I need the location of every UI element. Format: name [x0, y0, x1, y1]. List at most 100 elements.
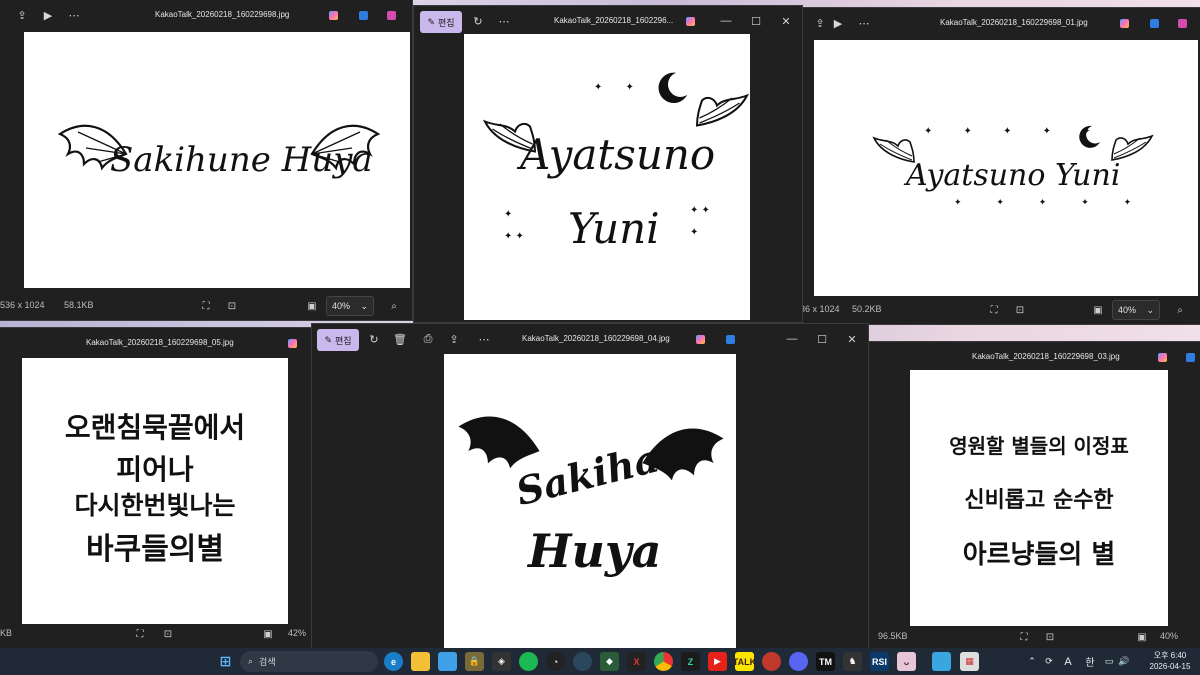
more-icon[interactable]: ⋯	[66, 7, 82, 23]
sparkle-stars-bottom: ✦ ✦ ✦	[504, 209, 524, 242]
delete-icon[interactable]: 🗑	[392, 331, 408, 347]
designer-icon[interactable]	[355, 7, 371, 23]
spotify-icon[interactable]	[519, 652, 538, 671]
ime-mode-a[interactable]: A	[1058, 656, 1078, 668]
photo-window-ayatsuno[interactable]: ✎ 편집 ↻ ⋯ KakaoTalk_20260218_1602296... — …	[414, 6, 802, 322]
fit-window-icon[interactable]: ▣	[262, 628, 274, 640]
copilot-icon[interactable]	[682, 13, 698, 29]
clock[interactable]: 오후 6:40 2026-04-15	[1146, 650, 1194, 672]
photo-window-ayatsuno-01[interactable]: ⇪ ▶ ⋯ KakaoTalk_20260218_160229698_01.jp…	[800, 8, 1200, 324]
clipchamp-icon[interactable]	[383, 7, 399, 23]
slideshow-icon[interactable]: ▶	[830, 15, 846, 31]
signature-text: Sakihune Huya	[110, 140, 373, 180]
bunny-app-icon[interactable]: ᴗ	[897, 652, 916, 671]
title-bar[interactable]: ⇪ ▶ ⋯ KakaoTalk_20260218_160229698_01.jp…	[800, 8, 1200, 38]
zoom-out-icon[interactable]: ⌕	[388, 300, 400, 312]
calligraphy-line-4: 바쿠들의별	[86, 532, 224, 567]
slideshow-icon[interactable]: ▶	[40, 7, 56, 23]
file-explorer-icon[interactable]	[411, 652, 430, 671]
actual-size-icon[interactable]: ⊡	[162, 628, 174, 640]
circle-app-icon[interactable]	[762, 652, 781, 671]
share-icon[interactable]: ⇪	[812, 15, 828, 31]
photo-window-sakihune[interactable]: ⇪ ▶ ⋯ KakaoTalk_20260218_160229698.jpg S…	[0, 0, 412, 320]
sync-icon[interactable]: ⟳	[1040, 656, 1058, 667]
chevron-up-icon[interactable]: ⌃	[1024, 656, 1040, 667]
fit-icon[interactable]: ⛶	[988, 304, 1000, 316]
copilot-icon[interactable]	[692, 331, 708, 347]
title-bar[interactable]: KakaoTalk_20260218_160229698_05.jpg	[0, 328, 312, 358]
title-bar[interactable]: ✎ 편집 ↻ 🗑 ⎙ ⇪ ⋯ KakaoTalk_20260218_1602296…	[312, 324, 868, 354]
fit-window-icon[interactable]: ▣	[306, 300, 318, 312]
designer-icon[interactable]	[1182, 349, 1198, 365]
photo-window-korean-05[interactable]: KakaoTalk_20260218_160229698_05.jpg 오랜침묵…	[0, 328, 312, 648]
share-icon[interactable]: ⇪	[446, 331, 462, 347]
start-icon[interactable]: ⊞	[216, 652, 235, 671]
minimize-button[interactable]: —	[718, 13, 734, 29]
fit-icon[interactable]: ⛶	[134, 628, 146, 640]
maximize-button[interactable]: ☐	[814, 331, 830, 347]
print-icon[interactable]: ⎙	[420, 331, 436, 347]
fit-window-icon[interactable]: ▣	[1092, 304, 1104, 316]
tm-app-icon[interactable]: TM	[816, 652, 835, 671]
bottom-bar: KB ⛶ ⊡ ▣ 42%	[0, 620, 312, 648]
photo-window-sakihane-04[interactable]: ✎ 편집 ↻ 🗑 ⎙ ⇪ ⋯ KakaoTalk_20260218_1602296…	[312, 324, 868, 648]
copilot-icon[interactable]	[325, 7, 341, 23]
photos-app-icon[interactable]	[932, 652, 951, 671]
close-button[interactable]: ✕	[844, 331, 860, 347]
title-bar[interactable]: ✎ 편집 ↻ ⋯ KakaoTalk_20260218_1602296... — …	[414, 6, 802, 36]
youtube-icon[interactable]: ▶	[708, 652, 727, 671]
zoom-select[interactable]: 40% ⌄	[1112, 300, 1160, 320]
search-box[interactable]: ⌕ 검색	[240, 651, 378, 672]
actual-size-icon[interactable]: ⊡	[1014, 304, 1026, 316]
calligraphy-line-2: 피어나	[116, 453, 194, 486]
zed-icon[interactable]: Z	[681, 652, 700, 671]
more-icon[interactable]: ⋯	[496, 13, 512, 29]
chrome-icon[interactable]	[654, 652, 673, 671]
fit-icon[interactable]: ⛶	[1018, 631, 1030, 643]
more-icon[interactable]: ⋯	[856, 15, 872, 31]
github-icon[interactable]: ◔	[546, 652, 565, 671]
minimize-button[interactable]: —	[784, 331, 800, 347]
fit-icon[interactable]: ⛶	[200, 300, 212, 312]
fit-window-icon[interactable]: ▣	[1136, 631, 1148, 643]
actual-size-icon[interactable]: ⊡	[1044, 631, 1056, 643]
title-bar[interactable]: ⇪ ▶ ⋯ KakaoTalk_20260218_160229698.jpg	[0, 0, 412, 30]
copilot-icon[interactable]	[1154, 349, 1170, 365]
rotate-icon[interactable]: ↻	[366, 331, 382, 347]
image-dimensions: 536 x 1024	[0, 300, 45, 310]
designer-icon[interactable]	[722, 331, 738, 347]
zoom-out-icon[interactable]: ⌕	[1174, 304, 1186, 316]
network-icon[interactable]: ▭	[1102, 656, 1116, 667]
volume-icon[interactable]: 🔊	[1116, 656, 1132, 667]
maximize-button[interactable]: ☐	[748, 13, 764, 29]
notepad-icon[interactable]	[438, 652, 457, 671]
more-icon[interactable]: ⋯	[476, 331, 492, 347]
zoom-select[interactable]: 40% ⌄	[326, 296, 374, 316]
lock-app-icon[interactable]: 🔒	[465, 652, 484, 671]
edge-icon[interactable]: e	[384, 652, 403, 671]
title-bar[interactable]: KakaoTalk_20260218_160229698_03.jpg	[868, 342, 1200, 372]
zoom-level[interactable]: 42%	[288, 628, 306, 638]
edit-button[interactable]: ✎ 편집	[420, 11, 462, 33]
photo-window-korean-03[interactable]: KakaoTalk_20260218_160229698_03.jpg 영원할 …	[868, 342, 1200, 648]
steam-icon[interactable]	[573, 652, 592, 671]
zoom-level[interactable]: 40%	[1160, 631, 1178, 641]
actual-size-icon[interactable]: ⊡	[226, 300, 238, 312]
copilot-icon[interactable]	[284, 335, 300, 351]
copilot-icon[interactable]	[1116, 15, 1132, 31]
clipchamp-icon[interactable]	[1174, 15, 1190, 31]
ime-mode-han[interactable]: 한	[1078, 654, 1102, 669]
close-button[interactable]: ✕	[778, 13, 794, 29]
share-icon[interactable]: ⇪	[14, 7, 30, 23]
image-app-icon[interactable]: ▦	[960, 652, 979, 671]
app-x-icon[interactable]: X	[627, 652, 646, 671]
unity-icon[interactable]: ◈	[492, 652, 511, 671]
discord-icon[interactable]	[789, 652, 808, 671]
app-green-icon[interactable]: ◆	[600, 652, 619, 671]
game-app-icon[interactable]: ♞	[843, 652, 862, 671]
kakaotalk-icon[interactable]: TALK	[733, 652, 756, 671]
rotate-icon[interactable]: ↻	[470, 13, 486, 29]
designer-icon[interactable]	[1146, 15, 1162, 31]
edit-button[interactable]: ✎ 편집	[317, 329, 359, 351]
rsi-app-icon[interactable]: RSI	[870, 652, 889, 671]
